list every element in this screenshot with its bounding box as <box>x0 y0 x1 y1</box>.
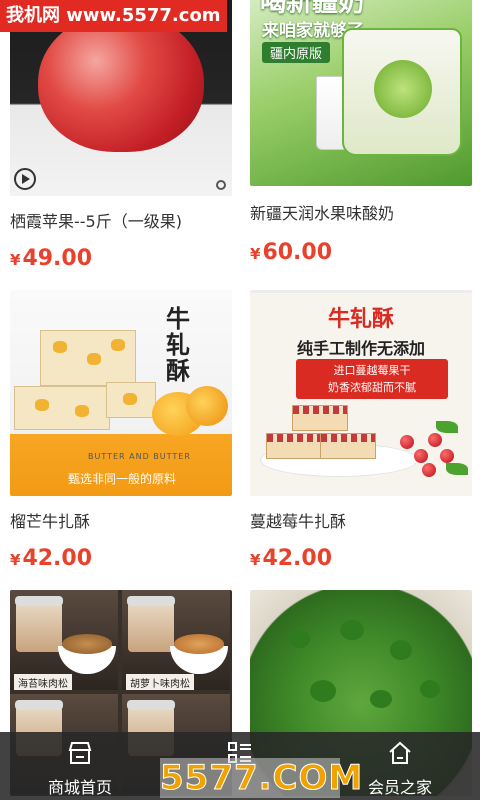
image-tile: 胡萝卜味肉松 <box>122 590 230 690</box>
image-label: 海苔味肉松 <box>14 674 72 690</box>
image-tag: 疆内原版 <box>262 42 331 63</box>
jar-illustration <box>15 596 63 652</box>
bowl-illustration <box>170 634 228 674</box>
tea-leaf <box>420 680 440 698</box>
home-icon <box>389 741 411 764</box>
nougat-piece <box>292 405 348 431</box>
nav-item-store-home[interactable]: 商城首页 <box>0 732 160 800</box>
product-price: ¥42.00 <box>10 546 232 571</box>
banner-small-text: BUTTER AND BUTTER <box>88 452 191 461</box>
product-name[interactable]: 栖霞苹果--5斤（一级果) <box>10 208 232 232</box>
yogurt-pouch-illustration <box>342 28 462 156</box>
site-watermark-top: 我机网 www.5577.com <box>0 0 227 32</box>
product-card-yogurt[interactable]: 喝新疆奶 来咱家就够了 疆内原版 新疆天润水果味酸奶 ¥60.00 <box>250 0 472 265</box>
product-price: ¥42.00 <box>250 546 472 571</box>
product-name[interactable]: 蔓越莓牛扎酥 <box>250 508 472 532</box>
currency-symbol: ¥ <box>250 551 261 569</box>
image-label: 胡萝卜味肉松 <box>126 674 194 690</box>
cranberry <box>428 433 442 447</box>
tea-leaf <box>390 640 412 660</box>
cranberry <box>422 463 436 477</box>
image-callout: 进口蔓越莓果干 奶香浓郁甜而不腻 <box>296 359 448 399</box>
play-icon[interactable] <box>14 168 36 190</box>
currency-symbol: ¥ <box>250 245 261 263</box>
cranberry <box>414 449 428 463</box>
price-value: 60.00 <box>262 240 333 265</box>
store-icon <box>68 742 92 764</box>
site-watermark-bottom: 5577.COM <box>160 758 364 799</box>
product-image-mango-nougat[interactable]: 牛轧酥 BUTTER AND BUTTER 甄选非同一般的原料 <box>10 290 232 496</box>
product-name[interactable]: 新疆天润水果味酸奶 <box>250 200 472 224</box>
product-price: ¥60.00 <box>250 240 472 265</box>
image-title: 牛轧酥 <box>166 305 190 385</box>
product-price: ¥49.00 <box>10 246 232 271</box>
currency-symbol: ¥ <box>10 251 21 269</box>
nougat-piece <box>320 433 376 459</box>
bowl-illustration <box>58 634 116 674</box>
tea-leaf <box>290 630 310 648</box>
nougat-piece <box>14 386 110 430</box>
zoom-icon[interactable] <box>216 180 226 190</box>
mango-illustration <box>186 386 228 426</box>
leaf <box>436 421 458 433</box>
tea-leaf <box>340 620 364 640</box>
image-subtitle: 纯手工制作无添加 <box>296 339 425 358</box>
price-value: 42.00 <box>262 546 333 571</box>
tea-leaf <box>310 680 336 702</box>
image-banner: BUTTER AND BUTTER 甄选非同一般的原料 <box>10 440 232 496</box>
product-card-cranberry-nougat[interactable]: 牛轧酥 纯手工制作无添加 进口蔓越莓果干 奶香浓郁甜而不腻 蔓越莓牛扎酥 ¥42… <box>250 290 472 571</box>
product-card-apple[interactable]: 栖霞苹果--5斤（一级果) ¥49.00 <box>10 0 232 271</box>
image-title: 牛轧酥 <box>327 307 394 332</box>
tea-leaf <box>370 690 392 708</box>
nougat-piece <box>40 330 136 386</box>
callout-line: 奶香浓郁甜而不腻 <box>328 381 416 394</box>
product-image-yogurt[interactable]: 喝新疆奶 来咱家就够了 疆内原版 <box>250 0 472 186</box>
product-card-mango-nougat[interactable]: 牛轧酥 BUTTER AND BUTTER 甄选非同一般的原料 榴芒牛扎酥 ¥4… <box>10 290 232 571</box>
cranberry <box>440 449 454 463</box>
product-image-cranberry-nougat[interactable]: 牛轧酥 纯手工制作无添加 进口蔓越莓果干 奶香浓郁甜而不腻 <box>250 290 472 496</box>
leaf <box>446 463 468 475</box>
banner-text: 甄选非同一般的原料 <box>68 472 177 486</box>
product-grid: 栖霞苹果--5斤（一级果) ¥49.00 喝新疆奶 来咱家就够了 疆内原版 新疆… <box>0 0 480 800</box>
apple-illustration <box>38 12 204 152</box>
nav-label: 商城首页 <box>47 778 112 797</box>
currency-symbol: ¥ <box>10 551 21 569</box>
image-tile: 海苔味肉松 <box>10 590 118 690</box>
product-name[interactable]: 榴芒牛扎酥 <box>10 508 232 532</box>
cranberry <box>400 435 414 449</box>
callout-line: 进口蔓越莓果干 <box>333 364 411 377</box>
nougat-piece <box>106 382 156 418</box>
price-value: 42.00 <box>22 546 93 571</box>
price-value: 49.00 <box>22 246 93 271</box>
nougat-piece <box>266 433 322 459</box>
jar-illustration <box>127 596 175 652</box>
